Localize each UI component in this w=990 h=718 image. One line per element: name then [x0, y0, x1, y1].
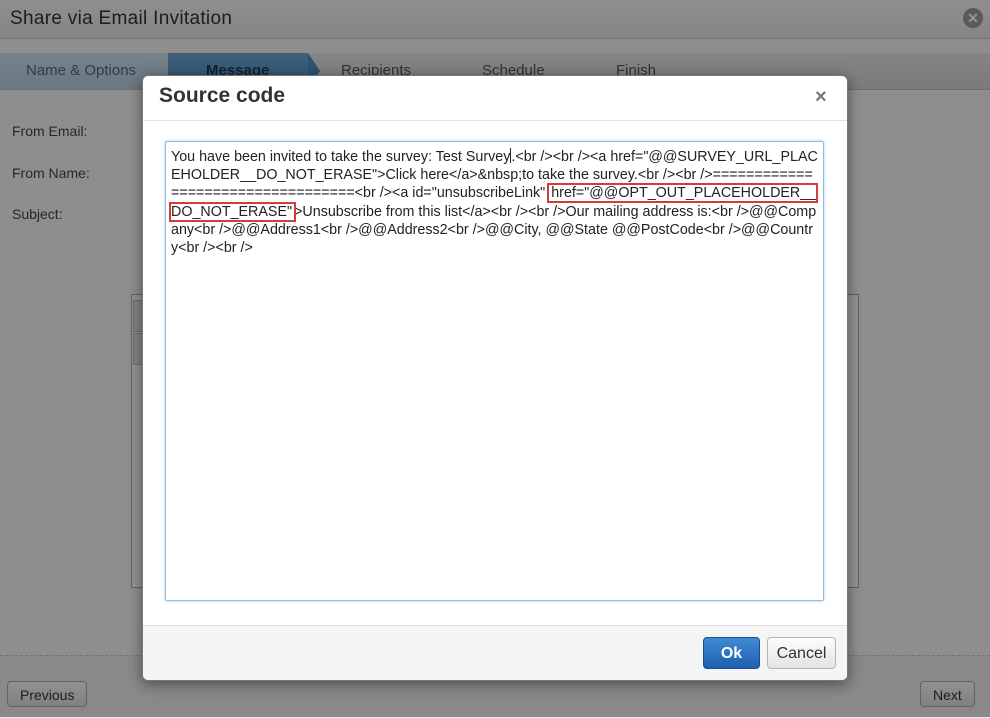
ok-button[interactable]: Ok — [703, 637, 760, 669]
cancel-button[interactable]: Cancel — [767, 637, 836, 669]
source-code-textarea[interactable]: You have been invited to take the survey… — [165, 141, 824, 601]
code-text-start: You have been invited to take the survey… — [171, 149, 511, 165]
source-code-dialog: Source code × You have been invited to t… — [142, 75, 848, 681]
dialog-title: Source code — [159, 84, 286, 107]
dialog-close-icon[interactable]: × — [815, 86, 827, 109]
dialog-footer: Ok Cancel — [143, 625, 847, 680]
dialog-header: Source code × — [143, 76, 847, 121]
